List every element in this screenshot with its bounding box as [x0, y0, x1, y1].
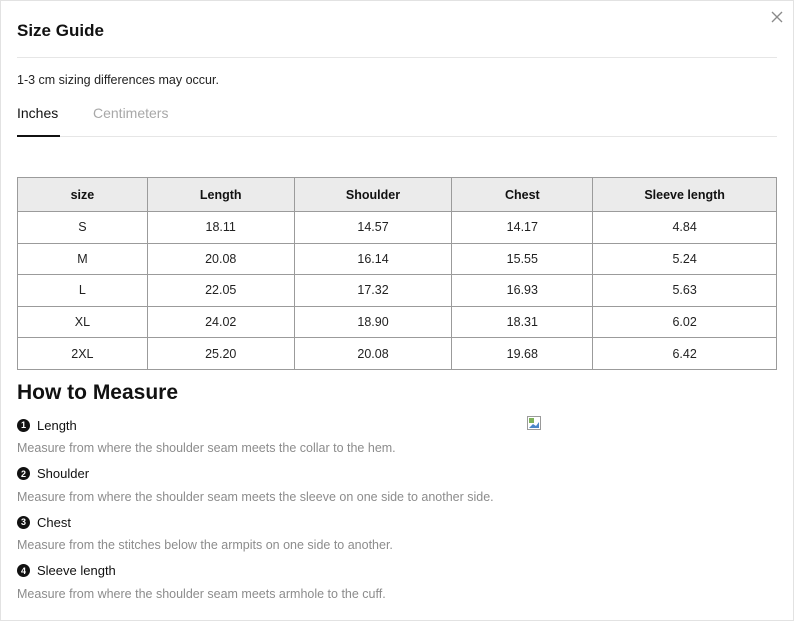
- measure-description: Measure from where the shoulder seam mee…: [17, 441, 396, 455]
- table-cell: 4.84: [592, 211, 777, 244]
- table-cell: 16.14: [293, 242, 453, 276]
- table-cell: 18.90: [293, 305, 453, 339]
- measure-label: Length: [37, 417, 77, 433]
- sizing-note: 1-3 cm sizing differences may occur.: [17, 73, 219, 87]
- table-cell: S: [17, 211, 148, 244]
- table-row: M 20.08 16.14 15.55 5.24: [17, 242, 777, 276]
- table-cell: 20.08: [146, 242, 295, 276]
- table-row: 2XL 25.20 20.08 19.68 6.42: [17, 337, 777, 370]
- column-header-chest: Chest: [451, 177, 594, 212]
- size-guide-modal: Size Guide 1-3 cm sizing differences may…: [0, 0, 794, 621]
- column-header-sleeve-length: Sleeve length: [592, 177, 777, 212]
- table-row: L 22.05 17.32 16.93 5.63: [17, 274, 777, 307]
- measure-label: Shoulder: [37, 466, 90, 481]
- column-header-size: size: [17, 177, 148, 212]
- list-item: 3 Chest Measure from the stitches below …: [17, 513, 777, 562]
- measure-label: Sleeve length: [37, 563, 116, 578]
- step-number-badge: 4: [17, 564, 30, 577]
- measure-label: Chest: [37, 514, 71, 530]
- step-number-badge: 1: [17, 418, 30, 432]
- table-cell: 14.17: [451, 211, 594, 244]
- measure-description: Measure from the stitches below the armp…: [17, 538, 393, 552]
- table-cell: M: [17, 242, 148, 276]
- table-cell: 14.57: [293, 211, 453, 244]
- title-divider: [17, 57, 777, 58]
- tab-centimeters[interactable]: Centimeters: [93, 105, 168, 137]
- table-cell: 18.31: [451, 305, 594, 339]
- unit-tabs: Inches Centimeters: [17, 105, 777, 137]
- modal-title: Size Guide: [17, 21, 104, 40]
- size-table: size Length Shoulder Chest Sleeve length…: [17, 177, 777, 370]
- table-cell: 19.68: [451, 337, 594, 370]
- table-cell: 15.55: [451, 242, 594, 276]
- tab-inches[interactable]: Inches: [17, 105, 58, 137]
- table-cell: 18.11: [146, 211, 295, 244]
- list-item: 1 Length Measure from where the shoulder…: [17, 416, 777, 465]
- column-header-length: Length: [146, 177, 295, 212]
- table-cell: L: [17, 274, 148, 307]
- table-cell: 25.20: [146, 337, 295, 370]
- list-item: 2 Shoulder Measure from where the should…: [17, 465, 777, 514]
- table-cell: XL: [17, 305, 148, 339]
- how-to-measure-title: How to Measure: [17, 381, 179, 404]
- table-row: XL 24.02 18.90 18.31 6.02: [17, 305, 777, 339]
- step-number-badge: 2: [17, 467, 30, 480]
- table-cell: 24.02: [146, 305, 295, 339]
- table-row: S 18.11 14.57 14.17 4.84: [17, 211, 777, 244]
- table-cell: 5.63: [592, 274, 777, 307]
- list-item: 4 Sleeve length Measure from where the s…: [17, 562, 777, 611]
- table-cell: 6.42: [592, 337, 777, 370]
- column-header-shoulder: Shoulder: [293, 177, 453, 212]
- table-header-row: size Length Shoulder Chest Sleeve length: [17, 177, 777, 212]
- table-cell: 6.02: [592, 305, 777, 339]
- measure-description: Measure from where the shoulder seam mee…: [17, 489, 494, 504]
- table-cell: 22.05: [146, 274, 295, 307]
- close-button[interactable]: [767, 7, 787, 27]
- active-tab-indicator: [17, 135, 60, 137]
- table-cell: 2XL: [17, 337, 148, 370]
- table-cell: 17.32: [293, 274, 453, 307]
- measure-instructions: 1 Length Measure from where the shoulder…: [17, 416, 777, 610]
- measure-description: Measure from where the shoulder seam mee…: [17, 586, 386, 601]
- table-cell: 5.24: [592, 242, 777, 276]
- close-icon: [771, 11, 783, 23]
- table-cell: 16.93: [451, 274, 594, 307]
- table-cell: 20.08: [293, 337, 453, 370]
- step-number-badge: 3: [17, 515, 30, 529]
